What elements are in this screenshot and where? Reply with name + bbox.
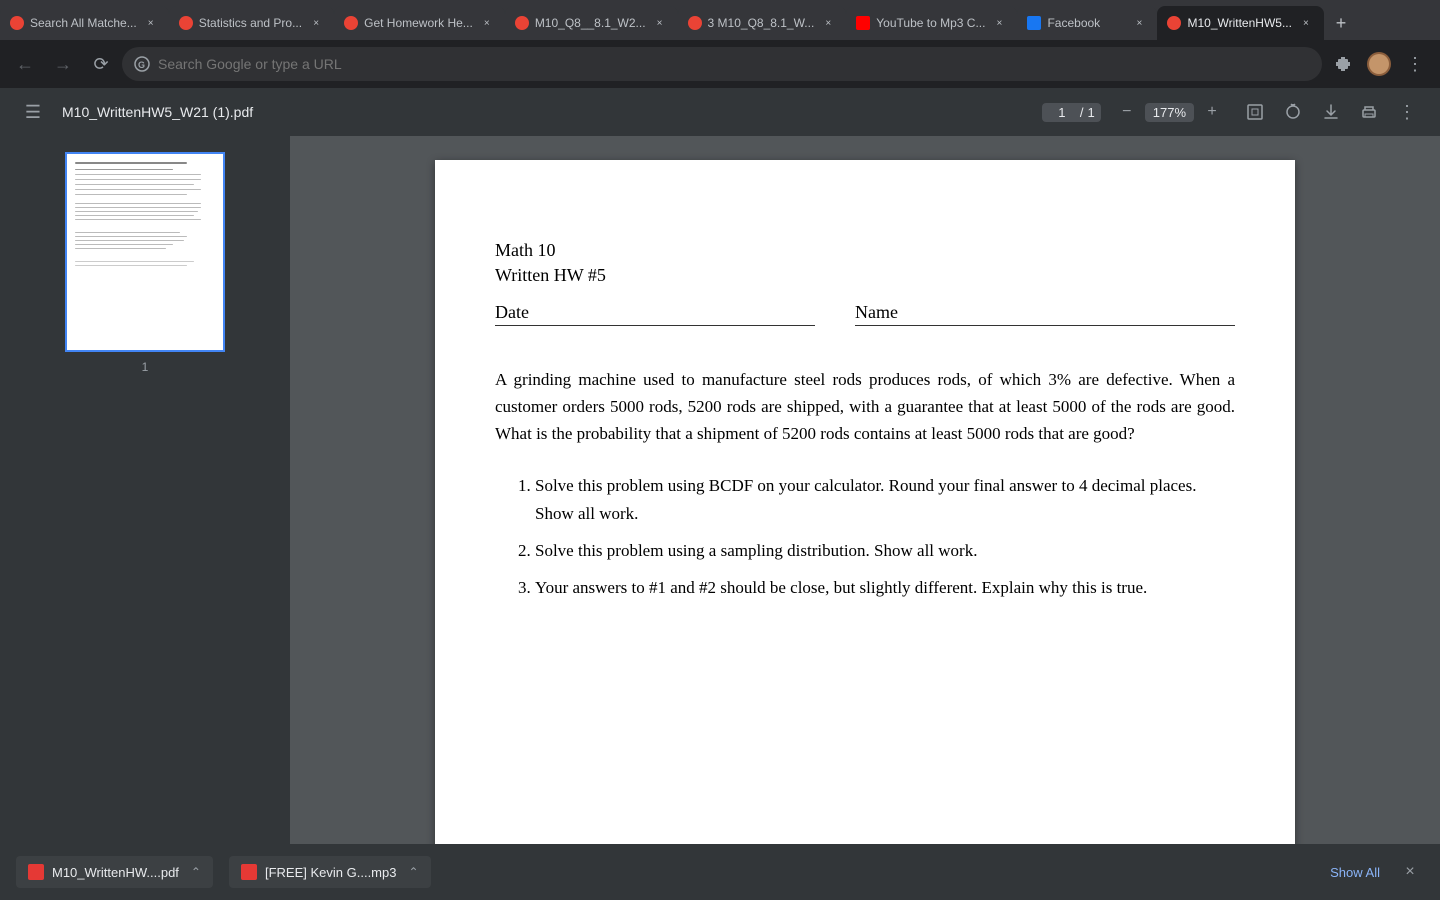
pdf-page-controls: / 1	[1042, 103, 1101, 122]
tab-close-5[interactable]: ×	[820, 15, 836, 31]
tab-close-4[interactable]: ×	[652, 15, 668, 31]
tab-close-2[interactable]: ×	[308, 15, 324, 31]
tab-label-7: Facebook	[1047, 16, 1100, 30]
url-input[interactable]	[158, 56, 1310, 72]
print-button[interactable]	[1352, 95, 1386, 129]
pdf-document-area[interactable]: Math 10 Written HW #5 Date Name A grindi…	[290, 136, 1440, 844]
tab-favicon-8	[1167, 16, 1181, 30]
mp3-download-chevron[interactable]: ⌃	[408, 865, 418, 879]
pdf-download-chevron[interactable]: ⌃	[191, 865, 201, 879]
tab-homework[interactable]: Get Homework He... ×	[334, 6, 505, 40]
tab-favicon-3	[344, 16, 358, 30]
pdf-right-controls: ⋮	[1238, 95, 1424, 129]
name-field: Name	[855, 302, 1235, 326]
tab-favicon-4	[515, 16, 529, 30]
zoom-controls: − 177% +	[1113, 98, 1226, 126]
date-field: Date	[495, 302, 815, 326]
download-item-pdf[interactable]: M10_WrittenHW....pdf ⌃	[16, 856, 213, 888]
tab-label-8: M10_WrittenHW5...	[1187, 16, 1291, 30]
tab-statistics[interactable]: Statistics and Pro... ×	[169, 6, 334, 40]
page-separator: /	[1080, 105, 1084, 120]
google-icon: G	[134, 56, 150, 72]
pdf-sidebar: 1	[0, 136, 290, 844]
fit-page-button[interactable]	[1238, 95, 1272, 129]
navigation-bar: ← → ⟳ G ⋮	[0, 40, 1440, 88]
tab-label-2: Statistics and Pro...	[199, 16, 302, 30]
tab-favicon-2	[179, 16, 193, 30]
tab-close-6[interactable]: ×	[991, 15, 1007, 31]
forward-button[interactable]: →	[46, 47, 80, 81]
doc-list: Solve this problem using BCDF on your ca…	[535, 472, 1235, 604]
pdf-download-name: M10_WrittenHW....pdf	[52, 865, 179, 880]
zoom-display[interactable]: 177%	[1145, 103, 1194, 122]
pdf-page: Math 10 Written HW #5 Date Name A grindi…	[435, 160, 1295, 844]
doc-fields-row: Date Name	[495, 302, 1235, 326]
document-header: Math 10 Written HW #5 Date Name	[495, 240, 1235, 326]
svg-text:G: G	[138, 60, 145, 70]
name-label: Name	[855, 302, 898, 322]
tab-search-all[interactable]: Search All Matche... ×	[0, 6, 169, 40]
list-item-3: Your answers to #1 and #2 should be clos…	[535, 574, 1235, 603]
page-thumbnail[interactable]	[65, 152, 225, 352]
tab-bar: Search All Matche... × Statistics and Pr…	[0, 0, 1440, 40]
downloads-bar: M10_WrittenHW....pdf ⌃ [FREE] Kevin G...…	[0, 844, 1440, 900]
doc-subtitle-hw: Written HW #5	[495, 265, 1235, 286]
date-label: Date	[495, 302, 529, 322]
extensions-button[interactable]	[1326, 47, 1360, 81]
back-button[interactable]: ←	[8, 47, 42, 81]
tab-label-3: Get Homework He...	[364, 16, 473, 30]
tab-m10-q8-1[interactable]: M10_Q8__8.1_W2... ×	[505, 6, 678, 40]
download-item-mp3[interactable]: [FREE] Kevin G....mp3 ⌃	[229, 856, 431, 888]
tab-facebook[interactable]: Facebook ×	[1017, 6, 1157, 40]
reload-button[interactable]: ⟳	[84, 47, 118, 81]
page-indicator: / 1	[1042, 103, 1101, 122]
tab-label-1: Search All Matche...	[30, 16, 137, 30]
close-downloads-button[interactable]: ×	[1396, 858, 1424, 886]
doc-body-text: A grinding machine used to manufacture s…	[495, 366, 1235, 448]
tab-favicon-7	[1027, 16, 1041, 30]
download-button[interactable]	[1314, 95, 1348, 129]
thumbnail-page-label: 1	[16, 360, 274, 374]
tab-label-6: YouTube to Mp3 C...	[876, 16, 985, 30]
page-total: 1	[1088, 105, 1095, 120]
tab-close-3[interactable]: ×	[479, 15, 495, 31]
page-number-input[interactable]	[1048, 105, 1076, 120]
profile-button[interactable]	[1362, 47, 1396, 81]
show-all-button[interactable]: Show All	[1322, 859, 1388, 886]
tab-pdf-active[interactable]: M10_WrittenHW5... ×	[1157, 6, 1323, 40]
mp3-download-name: [FREE] Kevin G....mp3	[265, 865, 397, 880]
downloads-right: Show All ×	[1322, 858, 1424, 886]
pdf-title: M10_WrittenHW5_W21 (1).pdf	[62, 104, 1030, 120]
mp3-file-icon	[241, 864, 257, 880]
doc-title-math: Math 10	[495, 240, 1235, 261]
address-bar[interactable]: G	[122, 47, 1322, 81]
tab-favicon-6	[856, 16, 870, 30]
pdf-file-icon	[28, 864, 44, 880]
rotate-button[interactable]	[1276, 95, 1310, 129]
pdf-main-area: 1 Math 10 Written HW #5 Date Name A grin…	[0, 136, 1440, 844]
tab-youtube[interactable]: YouTube to Mp3 C... ×	[846, 6, 1017, 40]
new-tab-button[interactable]: +	[1324, 6, 1358, 40]
tab-close-1[interactable]: ×	[143, 15, 159, 31]
list-item-1: Solve this problem using BCDF on your ca…	[535, 472, 1235, 530]
tab-label-4: M10_Q8__8.1_W2...	[535, 16, 646, 30]
thumbnail-preview	[67, 154, 223, 350]
nav-right-controls: ⋮	[1326, 47, 1432, 81]
zoom-in-button[interactable]: +	[1198, 98, 1226, 126]
more-options-button[interactable]: ⋮	[1390, 95, 1424, 129]
tab-close-8[interactable]: ×	[1298, 15, 1314, 31]
tab-favicon-5	[688, 16, 702, 30]
list-item-2: Solve this problem using a sampling dist…	[535, 537, 1235, 566]
tab-label-5: 3 M10_Q8_8.1_W...	[708, 16, 815, 30]
pdf-menu-button[interactable]: ☰	[16, 95, 50, 129]
tab-m10-q8-2[interactable]: 3 M10_Q8_8.1_W... ×	[678, 6, 847, 40]
tab-close-7[interactable]: ×	[1131, 15, 1147, 31]
zoom-out-button[interactable]: −	[1113, 98, 1141, 126]
pdf-toolbar: ☰ M10_WrittenHW5_W21 (1).pdf / 1 − 177% …	[0, 88, 1440, 136]
menu-button[interactable]: ⋮	[1398, 47, 1432, 81]
tab-favicon-1	[10, 16, 24, 30]
